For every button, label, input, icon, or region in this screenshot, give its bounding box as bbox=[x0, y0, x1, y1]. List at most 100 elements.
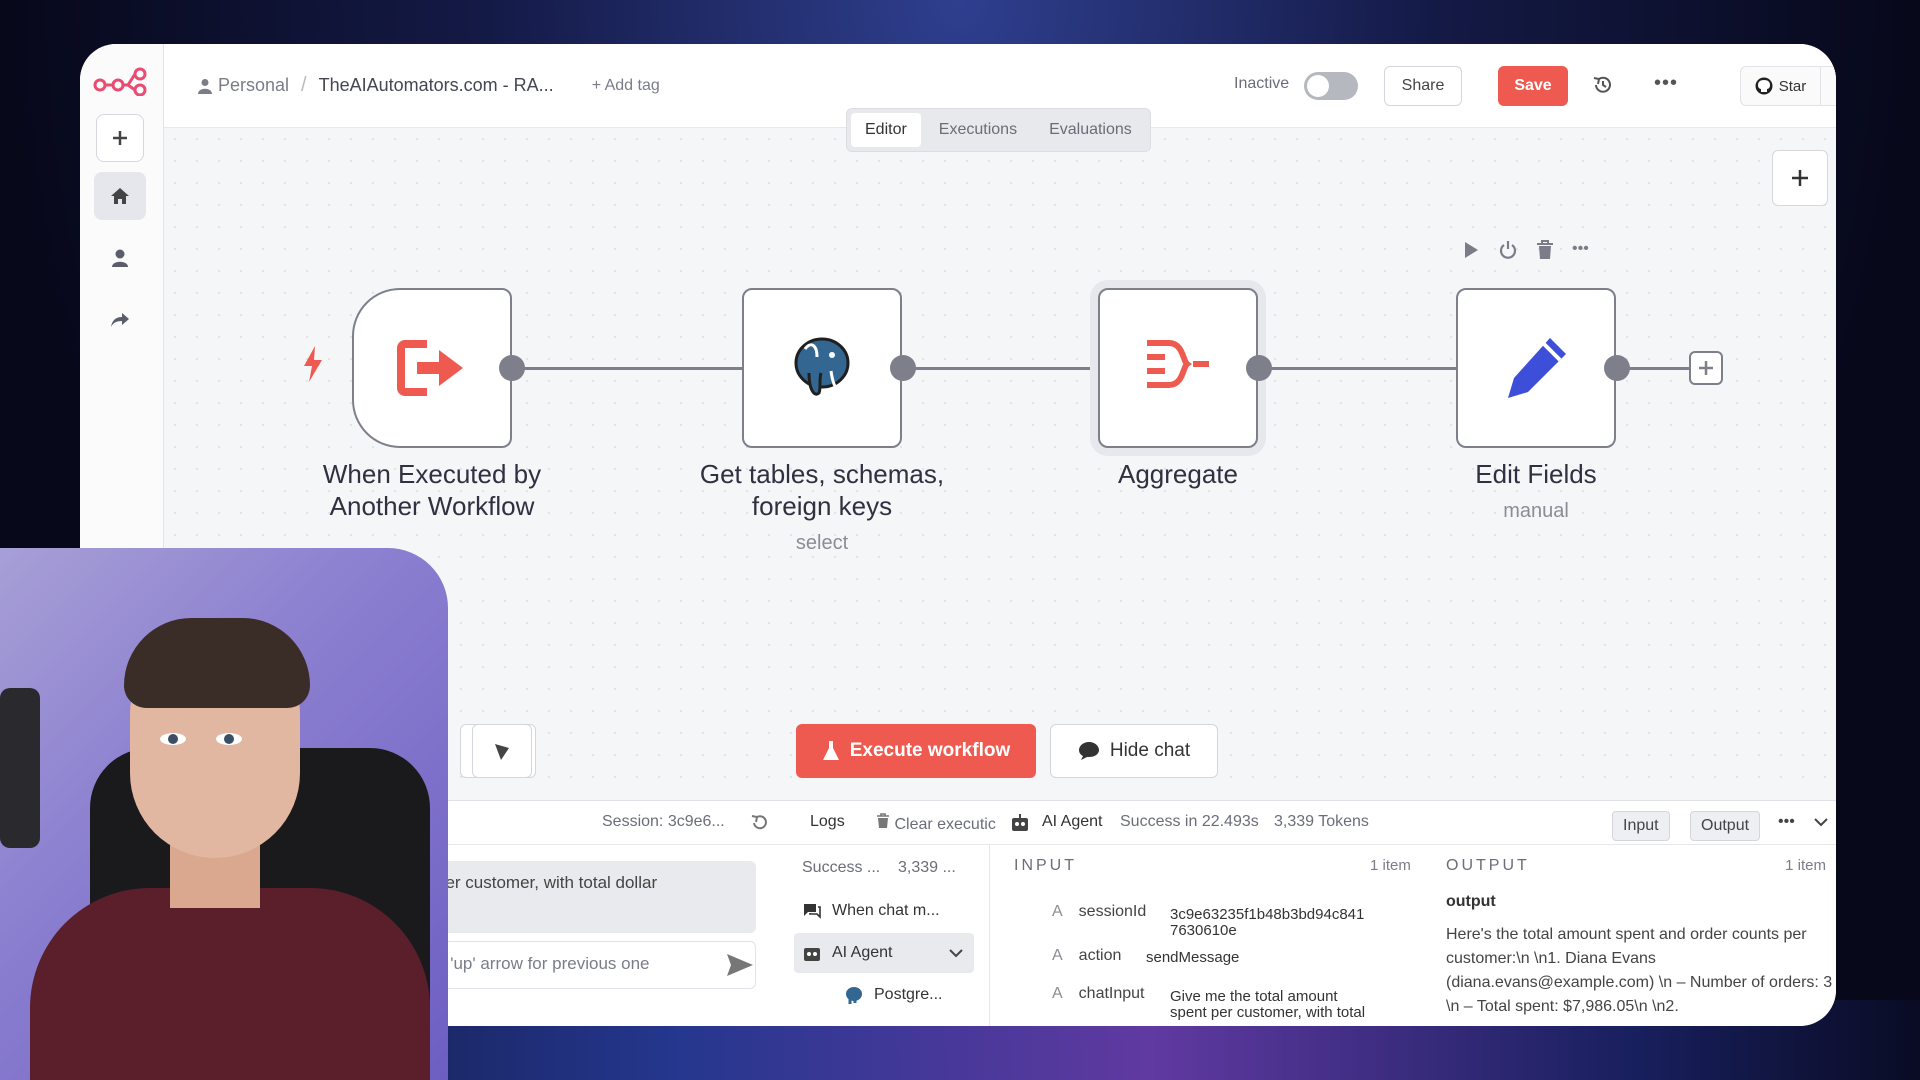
output-count: 1 item bbox=[1785, 857, 1826, 874]
workflow-name[interactable]: TheAIAutomators.com - RA... bbox=[319, 75, 554, 96]
tab-evaluations[interactable]: Evaluations bbox=[1035, 113, 1146, 147]
output-label: OUTPUT bbox=[1446, 857, 1530, 874]
output-port[interactable] bbox=[1246, 355, 1272, 381]
logs-summary-status: Success ... bbox=[802, 859, 881, 876]
output-port[interactable] bbox=[499, 355, 525, 381]
input-field-key: Aaction bbox=[1052, 947, 1122, 964]
node-subtitle: manual bbox=[1503, 500, 1569, 522]
node-more-icon[interactable]: ••• bbox=[1572, 240, 1589, 260]
log-item[interactable]: Postgre... bbox=[836, 975, 976, 1015]
input-field-value: sendMessage bbox=[1146, 949, 1240, 966]
breadcrumb: Personal / TheAIAutomators.com - RA... +… bbox=[198, 74, 660, 97]
output-value: Here's the total amount spent and order … bbox=[1446, 926, 1833, 1015]
github-star[interactable]: Star 126,885 bbox=[1740, 66, 1836, 106]
node-subtitle: select bbox=[795, 532, 849, 554]
home-icon[interactable] bbox=[94, 172, 146, 220]
run-tokens: 3,339 Tokens bbox=[1274, 813, 1369, 830]
history-icon[interactable] bbox=[1592, 74, 1614, 101]
output-toggle-button[interactable]: Output bbox=[1690, 811, 1761, 841]
broom-icon bbox=[495, 744, 509, 760]
trash-icon[interactable] bbox=[1536, 240, 1554, 260]
output-port[interactable] bbox=[1604, 355, 1630, 381]
input-field-key: AsessionId bbox=[1052, 903, 1147, 920]
session-id: Session: 3c9e6... bbox=[602, 813, 725, 830]
send-icon[interactable] bbox=[726, 953, 754, 977]
github-icon bbox=[1755, 77, 1773, 95]
run-status: Success in 22.493s bbox=[1120, 813, 1259, 830]
microphone bbox=[0, 688, 40, 848]
add-next-node-button[interactable] bbox=[1689, 351, 1723, 385]
input-field-value: 3c9e63235f1b48b3bd94c841 7630610e bbox=[1170, 906, 1365, 939]
user-icon[interactable] bbox=[94, 234, 146, 282]
node-title: Aggregate bbox=[1118, 459, 1238, 489]
breadcrumb-separator: / bbox=[301, 74, 307, 96]
log-item[interactable]: When chat m... bbox=[794, 891, 974, 931]
node-edit-fields[interactable] bbox=[1456, 288, 1616, 448]
star-label: Star bbox=[1778, 77, 1807, 95]
pencil-icon bbox=[1508, 338, 1566, 398]
clear-execution-button[interactable]: Clear executic bbox=[876, 813, 996, 834]
logs-tree: Success ... 3,339 ... When chat m... AI … bbox=[786, 845, 990, 1026]
execute-workflow-button[interactable]: Execute workflow bbox=[796, 724, 1036, 778]
star-count: 126,885 bbox=[1821, 67, 1837, 105]
execute-label: Execute workflow bbox=[849, 740, 1011, 761]
view-tabs: Editor Executions Evaluations bbox=[846, 108, 1151, 152]
postgres-icon bbox=[846, 987, 862, 1004]
reset-session-icon[interactable] bbox=[750, 813, 770, 833]
webcam-overlay bbox=[0, 548, 448, 1080]
input-toggle-button[interactable]: Input bbox=[1612, 811, 1670, 841]
play-icon[interactable] bbox=[1460, 240, 1480, 260]
flask-icon bbox=[822, 741, 839, 760]
logs-title: Logs bbox=[810, 813, 845, 830]
node-toolbar: ••• bbox=[1460, 240, 1589, 260]
hide-chat-button[interactable]: Hide chat bbox=[1050, 724, 1218, 778]
presenter-eye bbox=[216, 733, 242, 745]
postgres-elephant-icon bbox=[794, 337, 850, 396]
add-tag-button[interactable]: + Add tag bbox=[592, 77, 660, 95]
trigger-bolt-icon bbox=[304, 346, 322, 382]
power-icon[interactable] bbox=[1498, 240, 1518, 260]
output-pane: OUTPUT 1 item output Here's the total am… bbox=[1438, 845, 1836, 1026]
tab-editor[interactable]: Editor bbox=[851, 113, 921, 147]
robot-icon bbox=[804, 948, 820, 961]
tab-executions[interactable]: Executions bbox=[925, 113, 1031, 147]
project-link[interactable]: Personal bbox=[218, 75, 289, 96]
panel-more-icon[interactable]: ••• bbox=[1778, 813, 1795, 831]
node-postgres[interactable] bbox=[742, 288, 902, 448]
share-button[interactable]: Share bbox=[1384, 66, 1462, 106]
n8n-logo-icon[interactable] bbox=[92, 66, 148, 101]
chat-bubble-icon bbox=[1078, 742, 1099, 760]
node-aggregate[interactable] bbox=[1098, 288, 1258, 448]
presenter-shirt bbox=[30, 888, 430, 1080]
node-title: Get tables, schemas, foreign keys bbox=[699, 459, 945, 521]
active-toggle[interactable] bbox=[1304, 72, 1358, 100]
presenter-eye bbox=[160, 733, 186, 745]
log-item[interactable]: AI Agent bbox=[794, 933, 974, 973]
node-title: When Executed by Another Workflow bbox=[322, 459, 542, 521]
output-field-name: output bbox=[1446, 893, 1496, 910]
logs-summary-tokens: 3,339 ... bbox=[898, 859, 956, 876]
create-icon[interactable] bbox=[96, 114, 144, 162]
collapse-chevron-icon[interactable] bbox=[1813, 816, 1829, 828]
save-button[interactable]: Save bbox=[1498, 66, 1568, 106]
chat-input[interactable]: s 'up' arrow for previous one bbox=[430, 941, 756, 989]
tidy-up-button[interactable] bbox=[472, 724, 532, 778]
more-options-icon[interactable]: ••• bbox=[1654, 72, 1678, 95]
aggregate-icon bbox=[1147, 340, 1209, 388]
share-arrow-icon[interactable] bbox=[94, 296, 146, 344]
robot-icon bbox=[1012, 814, 1028, 831]
chevron-down-icon[interactable] bbox=[948, 947, 964, 959]
chat-message: per customer, with total dollar s bbox=[430, 861, 756, 933]
output-port[interactable] bbox=[890, 355, 916, 381]
presenter-hair bbox=[124, 618, 310, 708]
input-label: INPUT bbox=[1014, 857, 1077, 874]
add-node-button[interactable] bbox=[1772, 150, 1828, 206]
chat-bubble-icon bbox=[804, 904, 821, 919]
input-field-key: AchatInput bbox=[1052, 985, 1145, 1002]
exit-arrow-icon bbox=[397, 340, 463, 396]
input-count: 1 item bbox=[1370, 857, 1411, 874]
input-field-value: Give me the total amount spent per custom… bbox=[1170, 988, 1366, 1021]
hide-chat-label: Hide chat bbox=[1109, 740, 1191, 761]
node-execute-workflow-trigger[interactable] bbox=[352, 288, 512, 448]
run-node-name: AI Agent bbox=[1042, 813, 1103, 830]
